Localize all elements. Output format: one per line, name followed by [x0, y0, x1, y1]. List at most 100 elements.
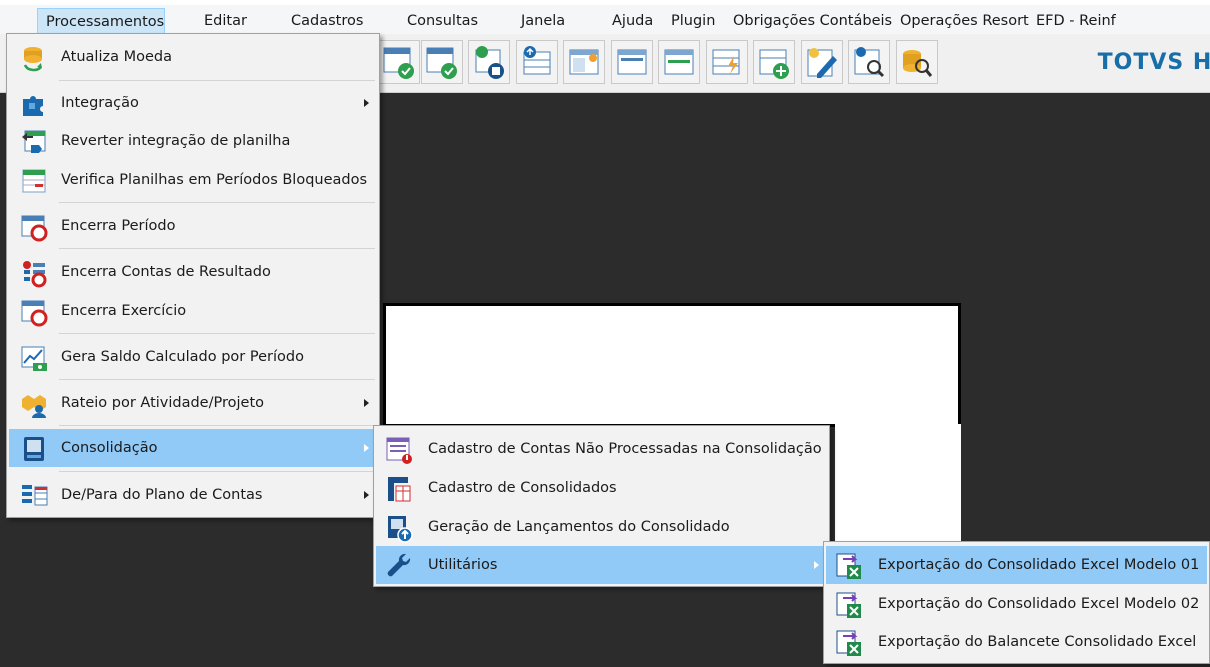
menu-item-label: Cadastro de Consolidados	[428, 480, 617, 496]
menu-separator	[59, 80, 375, 81]
menu-item-label: Cadastro de Contas Não Processadas na Co…	[428, 441, 822, 457]
menu-item-atualiza-moeda[interactable]: Atualiza Moeda	[9, 38, 377, 76]
menu-item-exportacao-balancete[interactable]: Exportação do Balancete Consolidado Exce…	[826, 623, 1207, 661]
excel-export-icon	[834, 551, 864, 585]
grid-add-icon	[759, 49, 789, 79]
menu-item-reverter-integracao[interactable]: Reverter integração de planilha	[9, 122, 377, 160]
menu-item-label: Encerra Exercício	[61, 303, 187, 319]
menu-item-label: Integração	[61, 95, 139, 111]
menu-item-label: Encerra Contas de Resultado	[61, 264, 271, 280]
calendar-close-icon	[19, 297, 49, 331]
document-upload-icon	[384, 513, 414, 547]
menu-item-encerra-periodo[interactable]: Encerra Período	[9, 207, 377, 245]
grid-check-icon	[426, 47, 457, 79]
toolbar-search-grid-button[interactable]	[848, 40, 890, 84]
upload-grid-icon	[523, 46, 551, 75]
menu-item-utilitarios[interactable]: Utilitários	[376, 546, 827, 584]
menu-bar: Processamentos Editar Cadastros Consulta…	[0, 0, 1210, 34]
document-window	[383, 303, 961, 427]
consolidacao-submenu: Cadastro de Contas Não Processadas na Co…	[373, 425, 830, 587]
menu-janela[interactable]: Janela	[521, 8, 565, 34]
document-grid-icon	[384, 474, 414, 508]
menu-item-label: Encerra Período	[61, 218, 176, 234]
chart-money-icon	[19, 343, 49, 377]
menu-operacoes-resort[interactable]: Operações Resort	[900, 8, 1029, 34]
toolbar-grid-add-button[interactable]	[753, 40, 795, 84]
menu-item-de-para[interactable]: De/Para do Plano de Contas	[9, 476, 377, 514]
menu-item-cadastro-consolidados[interactable]: Cadastro de Consolidados	[376, 469, 827, 507]
menu-ajuda[interactable]: Ajuda	[612, 8, 653, 34]
sheet-edit-icon	[807, 48, 837, 78]
menu-cadastros[interactable]: Cadastros	[291, 8, 363, 34]
menu-item-label: Exportação do Balancete Consolidado Exce…	[878, 634, 1197, 650]
toolbar-calendar-check-button[interactable]	[378, 40, 420, 84]
menu-item-integracao[interactable]: Integração	[9, 84, 377, 122]
menu-item-label: Exportação do Consolidado Excel Modelo 0…	[878, 557, 1200, 573]
menu-item-verifica-planilhas[interactable]: Verifica Planilhas em Períodos Bloqueado…	[9, 161, 377, 199]
menu-consultas[interactable]: Consultas	[407, 8, 478, 34]
menu-efd-reinf[interactable]: EFD - Reinf	[1036, 8, 1116, 34]
toolbar-grid-bolt-button[interactable]	[706, 40, 748, 84]
menu-item-label: Exportação do Consolidado Excel Modelo 0…	[878, 596, 1200, 612]
menu-item-label: Consolidação	[61, 440, 158, 456]
menu-item-label: Verifica Planilhas em Períodos Bloqueado…	[61, 172, 368, 188]
mapping-icon	[19, 481, 49, 515]
menu-plugin[interactable]: Plugin	[671, 8, 715, 34]
toolbar-upload-grid-button[interactable]	[516, 40, 558, 84]
menu-item-label: Atualiza Moeda	[61, 49, 172, 65]
submenu-arrow-icon	[364, 99, 369, 107]
menu-separator	[59, 202, 375, 203]
toolbar-coins-search-button[interactable]	[896, 40, 938, 84]
menu-item-exportacao-modelo-01[interactable]: Exportação do Consolidado Excel Modelo 0…	[826, 546, 1207, 584]
menu-item-label: Rateio por Atividade/Projeto	[61, 395, 264, 411]
submenu-arrow-icon	[814, 561, 819, 569]
toolbar-window-star-button[interactable]	[563, 40, 605, 84]
window-star-icon	[569, 49, 599, 75]
menu-item-label: Gera Saldo Calculado por Período	[61, 349, 304, 365]
people-share-icon	[19, 389, 49, 423]
menu-item-exportacao-modelo-02[interactable]: Exportação do Consolidado Excel Modelo 0…	[826, 585, 1207, 623]
menu-item-label: Geração de Lançamentos do Consolidado	[428, 519, 730, 535]
menu-item-geracao-lancamentos[interactable]: Geração de Lançamentos do Consolidado	[376, 508, 827, 546]
puzzle-icon	[19, 89, 49, 123]
excel-export-icon	[834, 628, 864, 662]
menu-item-label: Reverter integração de planilha	[61, 133, 291, 149]
menu-separator	[59, 248, 375, 249]
submenu-arrow-icon	[364, 399, 369, 407]
toolbar-sheet-edit-button[interactable]	[801, 40, 843, 84]
coins-search-icon	[903, 50, 933, 77]
currency-refresh-icon	[19, 43, 49, 77]
window-icon	[617, 49, 647, 75]
toolbar-grid-check-button[interactable]	[421, 40, 463, 84]
excel-export-icon	[834, 590, 864, 624]
menu-item-consolidacao[interactable]: Consolidação	[9, 429, 377, 467]
toolbar-window-button[interactable]	[611, 40, 653, 84]
menu-item-encerra-exercicio[interactable]: Encerra Exercício	[9, 292, 377, 330]
search-grid-icon	[854, 47, 885, 78]
toolbar-money-stop-button[interactable]	[468, 40, 510, 84]
processamentos-menu: Atualiza Moeda Integração Reverter integ…	[6, 33, 380, 518]
calendar-check-icon	[383, 47, 414, 79]
menu-item-encerra-contas-resultado[interactable]: Encerra Contas de Resultado	[9, 253, 377, 291]
menu-editar[interactable]: Editar	[204, 8, 247, 34]
menu-item-gera-saldo[interactable]: Gera Saldo Calculado por Período	[9, 338, 377, 376]
submenu-arrow-icon	[364, 444, 369, 452]
wrench-icon	[384, 551, 414, 585]
spreadsheet-check-icon	[19, 166, 49, 200]
menu-separator	[59, 379, 375, 380]
toolbar-window-green-button[interactable]	[658, 40, 700, 84]
spreadsheet-revert-icon	[19, 127, 49, 161]
calendar-close-icon	[19, 212, 49, 246]
list-close-icon	[19, 258, 49, 292]
menu-separator	[59, 425, 375, 426]
menu-item-cadastro-contas-nao-processadas[interactable]: Cadastro de Contas Não Processadas na Co…	[376, 430, 827, 468]
grid-bolt-icon	[712, 49, 740, 75]
menu-item-rateio[interactable]: Rateio por Atividade/Projeto	[9, 384, 377, 422]
menu-processamentos[interactable]: Processamentos	[37, 8, 165, 34]
list-alert-icon	[384, 435, 414, 469]
submenu-arrow-icon	[364, 491, 369, 499]
menu-item-label: De/Para do Plano de Contas	[61, 487, 263, 503]
menu-obrigacoes-contabeis[interactable]: Obrigações Contábeis	[733, 8, 892, 34]
document-window-fragment	[835, 424, 961, 544]
utilitarios-submenu: Exportação do Consolidado Excel Modelo 0…	[823, 541, 1210, 664]
